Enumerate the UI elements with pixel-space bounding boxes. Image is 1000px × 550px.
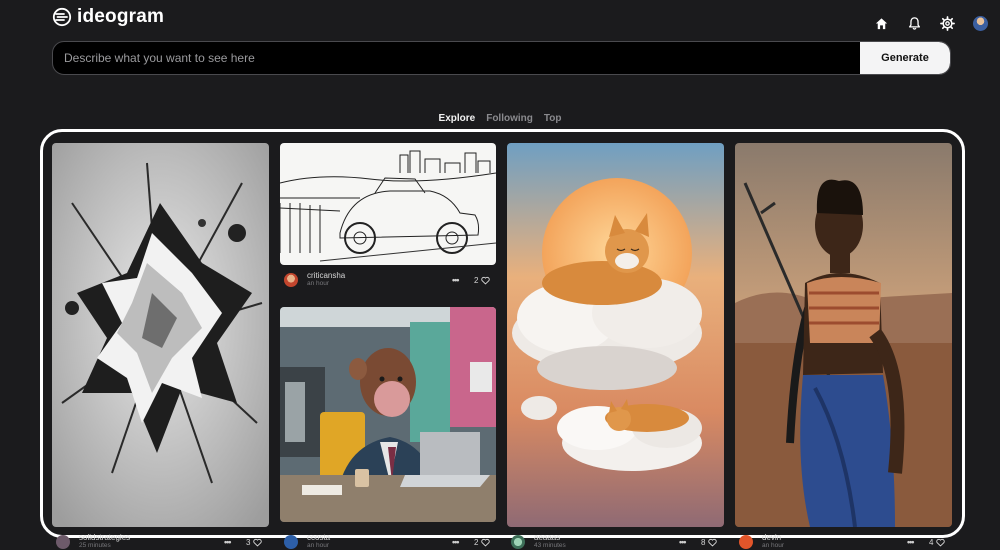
- like-count: 8: [701, 537, 706, 547]
- like-count: 4: [929, 537, 934, 547]
- brand-name: ideogram: [77, 6, 165, 27]
- bell-icon[interactable]: [907, 16, 922, 31]
- generate-button[interactable]: Generate: [860, 42, 950, 74]
- card-meta: aeaaas 43 minutes ••• 8: [511, 531, 724, 550]
- image-card-cats-clouds[interactable]: [507, 143, 724, 527]
- monkey-office-image: [280, 307, 496, 522]
- like-button[interactable]: 2: [474, 537, 491, 547]
- heart-icon: [481, 276, 491, 285]
- prompt-input[interactable]: [53, 42, 861, 74]
- image-card-car-sketch[interactable]: [280, 143, 496, 265]
- like-count: 3: [246, 537, 251, 547]
- timestamp: an hour: [762, 541, 785, 549]
- like-button[interactable]: 4: [929, 537, 946, 547]
- abstract-geometric-image: [52, 143, 269, 527]
- card-meta: solidstrategies 25 minutes ••• 3: [56, 531, 269, 550]
- avatar[interactable]: [56, 535, 70, 549]
- cats-clouds-image: [507, 143, 724, 527]
- tab-following[interactable]: Following: [486, 113, 533, 124]
- card-meta: ccosta an hour ••• 2: [284, 531, 496, 550]
- like-button[interactable]: 3: [246, 537, 263, 547]
- car-sketch-image: [280, 143, 496, 265]
- image-card-abstract[interactable]: [52, 143, 269, 527]
- top-nav: [874, 16, 988, 31]
- heart-icon: [253, 538, 263, 547]
- user-avatar[interactable]: [973, 16, 988, 31]
- more-options-icon[interactable]: •••: [452, 537, 460, 547]
- avatar[interactable]: [284, 273, 298, 287]
- like-count: 2: [474, 275, 479, 285]
- feed-tabs: Explore Following Top: [0, 113, 1000, 124]
- warrior-woman-image: [735, 143, 952, 527]
- image-card-warrior[interactable]: [735, 143, 952, 527]
- image-card-monkey-office[interactable]: [280, 307, 496, 522]
- heart-icon: [481, 538, 491, 547]
- more-options-icon[interactable]: •••: [907, 537, 915, 547]
- like-button[interactable]: 8: [701, 537, 718, 547]
- like-button[interactable]: 2: [474, 275, 491, 285]
- timestamp: an hour: [307, 541, 330, 549]
- like-count: 2: [474, 537, 479, 547]
- top-bar: ideogram: [0, 0, 1000, 40]
- logo[interactable]: ideogram: [52, 6, 164, 28]
- ideogram-logo-icon: [52, 7, 72, 27]
- more-options-icon[interactable]: •••: [224, 537, 232, 547]
- card-meta: devin an hour ••• 4: [739, 531, 952, 550]
- more-options-icon[interactable]: •••: [679, 537, 687, 547]
- prompt-bar: Generate: [52, 41, 951, 75]
- tab-top[interactable]: Top: [544, 113, 562, 124]
- timestamp: 25 minutes: [79, 541, 111, 549]
- timestamp: 43 minutes: [534, 541, 566, 549]
- timestamp: an hour: [307, 279, 330, 287]
- heart-icon: [936, 538, 946, 547]
- gear-icon[interactable]: [940, 16, 955, 31]
- avatar[interactable]: [284, 535, 298, 549]
- more-options-icon[interactable]: •••: [452, 275, 460, 285]
- avatar[interactable]: [739, 535, 753, 549]
- home-icon[interactable]: [874, 16, 889, 31]
- tab-explore[interactable]: Explore: [439, 113, 476, 124]
- heart-icon: [708, 538, 718, 547]
- avatar[interactable]: [511, 535, 525, 549]
- card-meta: criticansha an hour ••• 2: [284, 269, 496, 291]
